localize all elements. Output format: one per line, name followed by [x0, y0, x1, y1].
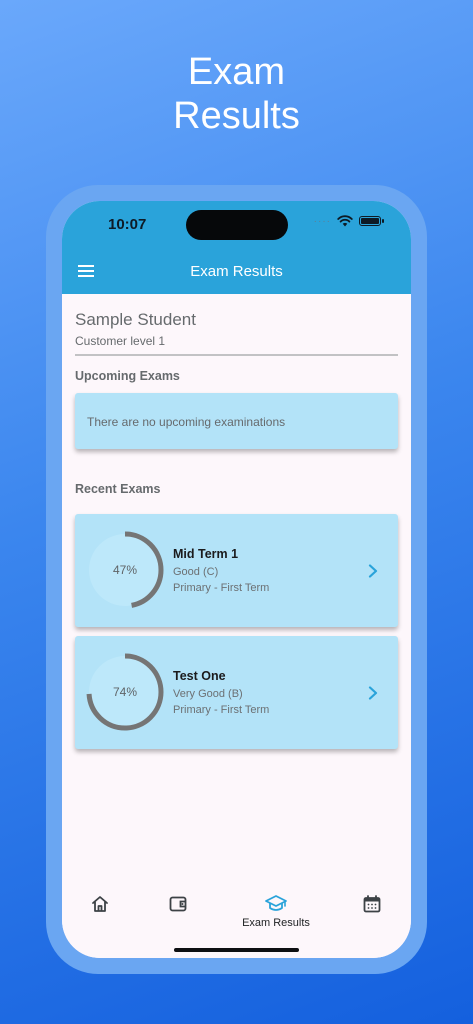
phone-frame: 10:07 ···· Exam Results Sample Student C… — [46, 185, 427, 974]
wifi-icon — [337, 215, 353, 227]
dynamic-island — [186, 210, 288, 240]
student-name: Sample Student — [75, 310, 196, 329]
progress-ring: 74% — [85, 652, 165, 732]
home-icon — [92, 896, 108, 912]
exam-name: Mid Term 1 — [173, 547, 239, 561]
app-title: Exam Results — [190, 263, 283, 280]
home-indicator[interactable] — [174, 948, 299, 952]
exam-term: Primary - First Term — [173, 704, 270, 716]
exam-grade: Very Good (B) — [173, 688, 243, 700]
exam-term: Primary - First Term — [173, 582, 270, 594]
chevron-right-icon[interactable] — [368, 564, 378, 578]
nav-item-calendar[interactable] — [342, 894, 402, 944]
nav-item-home[interactable] — [70, 894, 130, 944]
promo-title-line2: Results — [173, 95, 300, 137]
nav-item-wallet[interactable] — [148, 894, 208, 944]
signal-icon: ···· — [313, 215, 331, 227]
upcoming-exams-title: Upcoming Exams — [75, 369, 180, 383]
recent-exams-title: Recent Exams — [75, 482, 161, 496]
exam-name: Test One — [173, 669, 226, 683]
calendar-icon — [363, 895, 381, 913]
app-header: 10:07 ···· Exam Results — [62, 201, 411, 294]
status-icons: ···· — [313, 215, 384, 227]
nav-item-exam-results[interactable]: Exam Results — [236, 894, 316, 944]
exam-grade: Good (C) — [173, 566, 219, 578]
wallet-icon — [169, 896, 187, 912]
percent-label: 74% — [112, 685, 138, 699]
graduation-cap-icon — [265, 895, 287, 911]
battery-icon — [359, 216, 384, 226]
upcoming-exams-card: There are no upcoming examinations — [75, 393, 398, 449]
student-level: Customer level 1 — [75, 334, 166, 348]
nav-label-exam-results: Exam Results — [242, 917, 310, 929]
status-time: 10:07 — [108, 216, 147, 233]
divider — [75, 354, 398, 356]
exam-card-mid-term-1[interactable]: 47% Mid Term 1 Good (C) Primary - First … — [75, 514, 398, 627]
chevron-right-icon[interactable] — [368, 686, 378, 700]
exam-card-test-one[interactable]: 74% Test One Very Good (B) Primary - Fir… — [75, 636, 398, 749]
progress-ring: 47% — [85, 530, 165, 610]
promo-title-line1: Exam — [187, 51, 286, 93]
phone-screen: 10:07 ···· Exam Results Sample Student C… — [62, 201, 411, 958]
percent-label: 47% — [112, 563, 138, 577]
no-upcoming-text: There are no upcoming examinations — [87, 415, 286, 429]
promo-title: Exam Results — [0, 50, 473, 138]
